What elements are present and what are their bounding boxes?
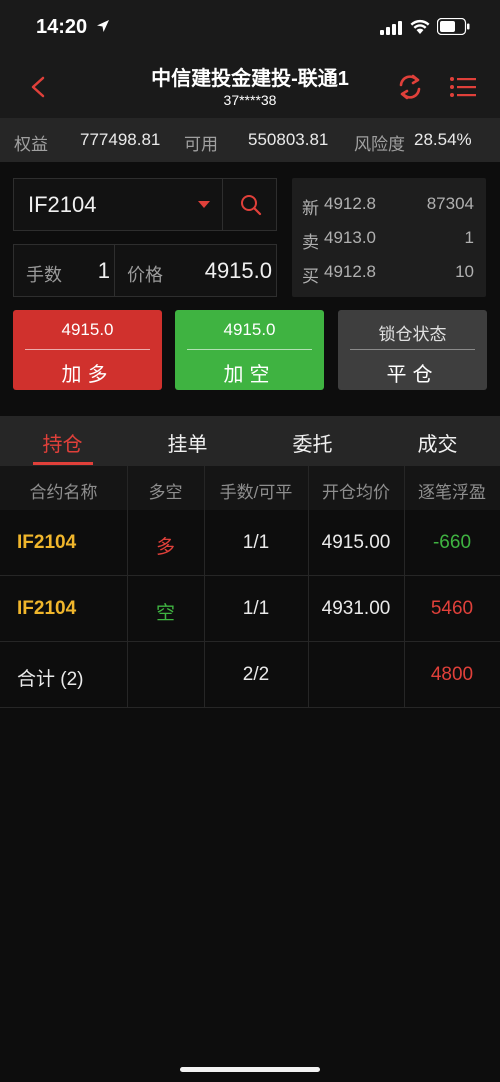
- row-avg-price: 4915.00: [321, 532, 391, 553]
- quantity-field[interactable]: 手数 1: [13, 244, 115, 297]
- app-root: 14:20 中信建投金建投-联通1 37****38 权益 777498.81 …: [0, 0, 500, 1082]
- column-header: 多空: [148, 483, 183, 502]
- quote-volume: 87304: [426, 194, 474, 213]
- quote-volume: 10: [455, 262, 474, 281]
- row-quantity: 1/1: [242, 598, 270, 619]
- open-short-label: 加空: [223, 364, 276, 386]
- open-long-price: 4915.0: [61, 320, 114, 339]
- quantity-label: 手数: [26, 265, 62, 285]
- quantity-value: 1: [97, 258, 110, 283]
- tab-trades[interactable]: 成交: [375, 428, 500, 457]
- row-side: 多: [155, 537, 175, 558]
- quote-row-last: 新 4912.8 87304: [292, 188, 486, 220]
- row-quantity: 1/1: [242, 532, 270, 553]
- menu-list-icon[interactable]: [450, 76, 476, 98]
- symbol-selector[interactable]: IF2104: [13, 178, 277, 231]
- tab-pending-orders[interactable]: 挂单: [125, 428, 250, 457]
- risk-value: 28.54%: [414, 130, 472, 149]
- equity-value: 777498.81: [80, 130, 161, 149]
- search-icon[interactable]: [240, 194, 262, 216]
- tab-positions[interactable]: 持仓: [0, 428, 125, 457]
- active-tab-indicator: [33, 462, 93, 465]
- battery-icon: [437, 18, 470, 35]
- wifi-icon: [410, 19, 430, 34]
- symbol-value: IF2104: [28, 192, 97, 217]
- column-divider: [404, 466, 405, 708]
- risk-label: 风险度: [354, 135, 405, 154]
- total-quantity: 2/2: [242, 664, 270, 685]
- quote-price: 4912.8: [324, 262, 376, 281]
- column-divider: [204, 466, 205, 708]
- column-divider: [127, 466, 128, 708]
- open-long-label: 加多: [61, 364, 114, 386]
- close-position-button[interactable]: 锁仓状态 平仓: [338, 310, 487, 390]
- divider: [222, 179, 223, 230]
- nav-bar: 中信建投金建投-联通1 37****38: [0, 52, 500, 118]
- quote-volume: 1: [464, 228, 474, 247]
- quote-label: 买: [302, 267, 319, 286]
- quote-price: 4913.0: [324, 228, 376, 247]
- quote-label: 新: [302, 199, 319, 218]
- close-position-label: 平仓: [386, 364, 439, 386]
- table-header: 合约名称 多空 手数/可平 开仓均价 逐笔浮盈: [0, 466, 500, 510]
- row-side: 空: [155, 603, 175, 624]
- available-label: 可用: [184, 135, 218, 154]
- refresh-icon[interactable]: [396, 72, 424, 102]
- tab-bar: 持仓 挂单 委托 成交: [0, 416, 500, 466]
- price-label: 价格: [127, 265, 163, 285]
- available-value: 550803.81: [248, 130, 329, 149]
- equity-label: 权益: [14, 135, 48, 154]
- quote-row-bid: 买 4912.8 10: [292, 256, 486, 288]
- account-summary: 权益 777498.81 可用 550803.81 风险度 28.54%: [0, 118, 500, 162]
- column-divider: [308, 466, 309, 708]
- open-short-price: 4915.0: [223, 320, 276, 339]
- table-row[interactable]: IF2104 多 1/1 4915.00 -660: [0, 510, 500, 576]
- row-pnl: -660: [432, 532, 472, 553]
- column-header: 合约名称: [29, 483, 98, 502]
- row-avg-price: 4931.00: [321, 598, 391, 619]
- table-row[interactable]: IF2104 空 1/1 4931.00 5460: [0, 576, 500, 642]
- status-bar: 14:20: [0, 0, 500, 52]
- total-label: 合计 (2): [17, 669, 84, 690]
- dropdown-triangle-icon[interactable]: [198, 201, 210, 209]
- divider: [350, 349, 475, 350]
- quote-panel: 新 4912.8 87304 卖 4913.0 1 买 4912.8 10: [292, 178, 486, 297]
- quote-row-ask: 卖 4913.0 1: [292, 222, 486, 254]
- cellular-signal-icon: [380, 21, 402, 35]
- total-pnl: 4800: [430, 664, 474, 685]
- divider: [187, 349, 312, 350]
- row-symbol: IF2104: [17, 598, 77, 619]
- quote-label: 卖: [302, 233, 319, 252]
- divider: [25, 349, 150, 350]
- lock-status-label: 锁仓状态: [378, 325, 447, 344]
- table-total-row: 合计 (2) 2/2 4800: [0, 642, 500, 708]
- row-symbol: IF2104: [17, 532, 77, 553]
- price-value: 4915.0: [204, 258, 272, 283]
- open-short-button[interactable]: 4915.0 加空: [175, 310, 324, 390]
- price-field[interactable]: 价格 4915.0: [115, 244, 277, 297]
- quote-price: 4912.8: [324, 194, 376, 213]
- row-pnl: 5460: [430, 598, 474, 619]
- tab-orders[interactable]: 委托: [250, 428, 375, 457]
- status-time: 14:20: [36, 16, 88, 38]
- column-header: 逐笔浮盈: [418, 483, 486, 502]
- location-arrow-icon: [97, 20, 109, 32]
- open-long-button[interactable]: 4915.0 加多: [13, 310, 162, 390]
- column-header: 手数/可平: [219, 483, 293, 502]
- column-header: 开仓均价: [322, 483, 390, 502]
- home-indicator[interactable]: [180, 1067, 320, 1072]
